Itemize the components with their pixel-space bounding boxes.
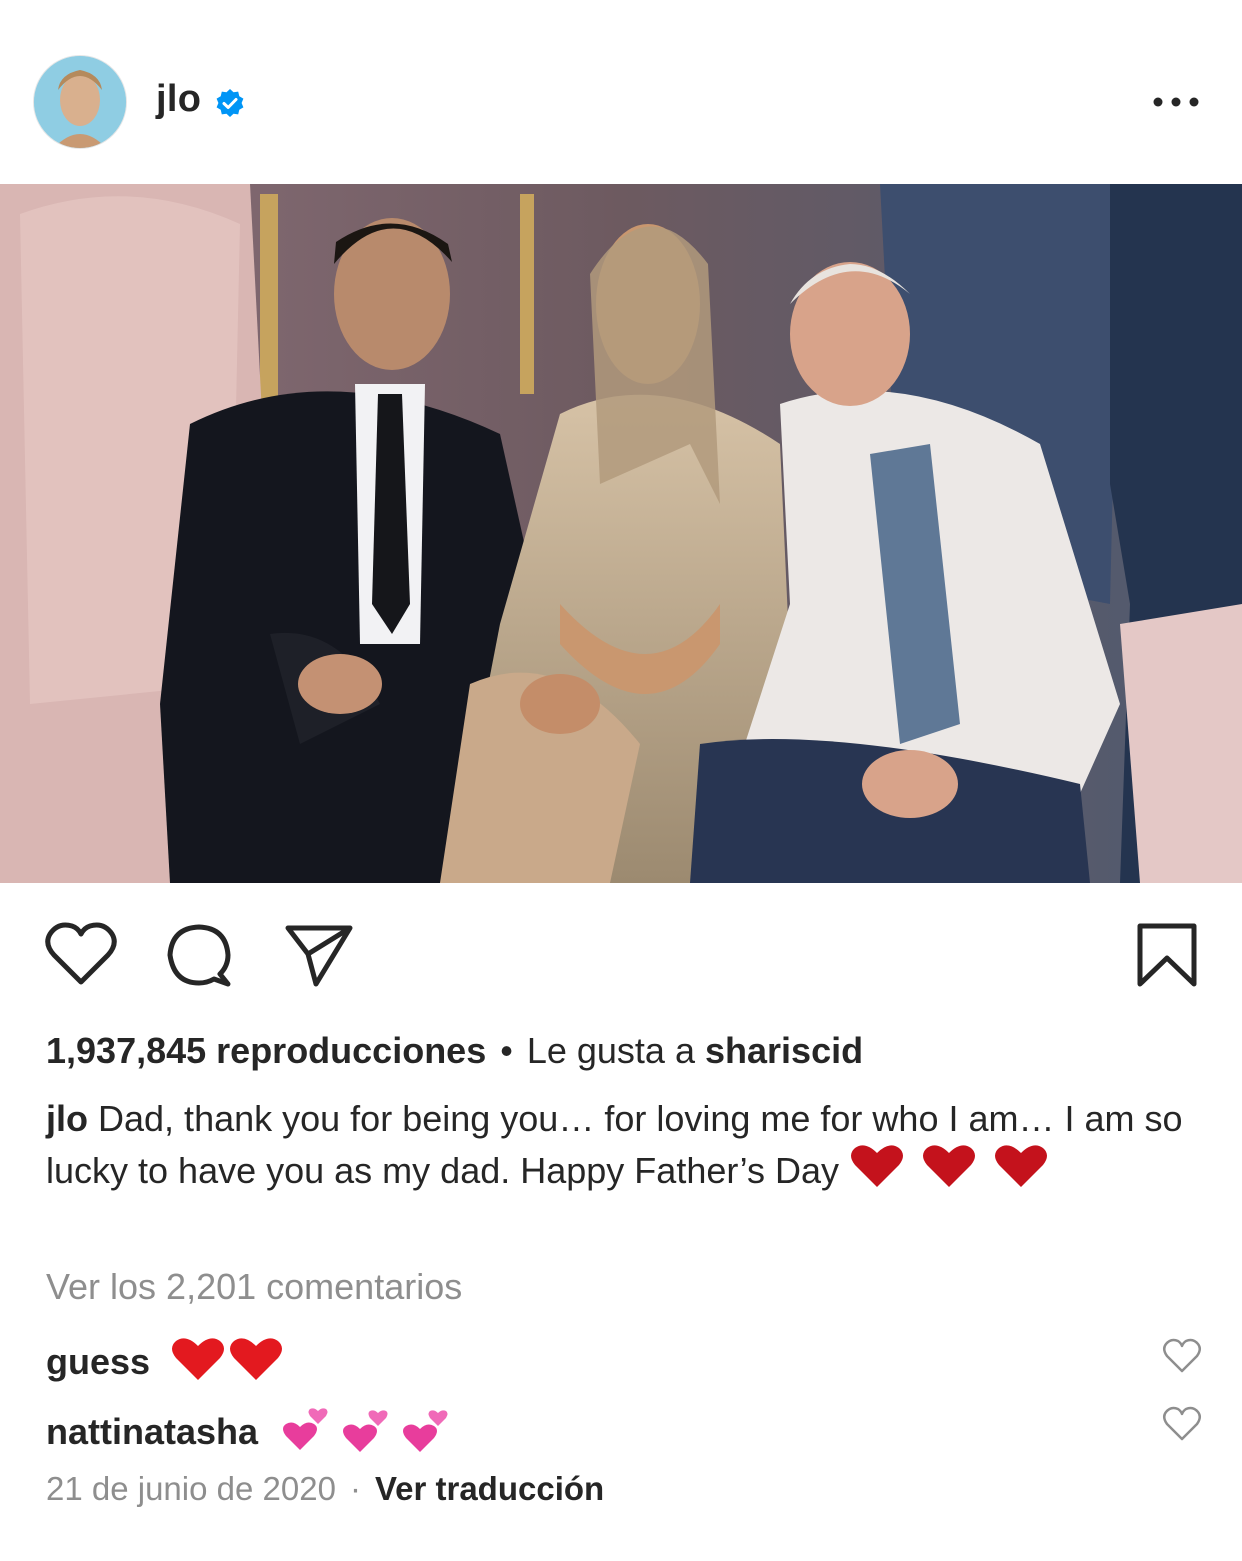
- red-heart-emoji-row: [851, 1145, 1048, 1187]
- heart-icon[interactable]: [44, 918, 118, 992]
- avatar[interactable]: [34, 56, 126, 148]
- caption-username[interactable]: jlo: [46, 1098, 88, 1139]
- bookmark-icon[interactable]: [1130, 918, 1204, 992]
- video-thumbnail: [0, 184, 1242, 883]
- comment-like-heart-icon[interactable]: [1162, 1336, 1202, 1376]
- post-date: 21 de junio de 2020: [46, 1470, 336, 1507]
- comment-username[interactable]: guess: [46, 1341, 150, 1382]
- views-count[interactable]: 1,937,845 reproducciones: [46, 1030, 486, 1071]
- liked-by-prefix: Le gusta a: [526, 1030, 695, 1071]
- action-bar: [0, 918, 1242, 994]
- two-hearts-emoji-row: [283, 1408, 448, 1452]
- post-media[interactable]: [0, 184, 1242, 883]
- username[interactable]: jlo: [156, 78, 201, 121]
- post-header: jlo: [0, 0, 1242, 184]
- separator-dot: •: [500, 1030, 513, 1071]
- view-comments-link[interactable]: Ver los 2,201 comentarios: [46, 1266, 462, 1308]
- comment-like-heart-icon[interactable]: [1162, 1404, 1202, 1444]
- post-footer: 21 de junio de 2020 · Ver traducción: [46, 1470, 604, 1508]
- verified-badge-icon: [216, 89, 244, 117]
- comment-row: guess ❤️❤️: [46, 1334, 286, 1384]
- paper-plane-icon[interactable]: [282, 918, 356, 992]
- red-heart-emoji-row: [172, 1338, 283, 1380]
- liked-by-user[interactable]: shariscid: [705, 1030, 863, 1071]
- more-horizontal-icon[interactable]: [1150, 88, 1202, 116]
- comment-row: nattinatasha 💕💕💕: [46, 1402, 456, 1456]
- stats-line: 1,937,845 reproducciones • Le gusta a shar…: [46, 1030, 863, 1072]
- separator-dot: ·: [349, 1470, 361, 1507]
- caption-emoji: ❤️❤️❤️: [849, 1143, 1067, 1203]
- caption: jlo Dad, thank you for being you… for lo…: [46, 1094, 1196, 1203]
- avatar-image: [34, 56, 126, 148]
- comment-username[interactable]: nattinatasha: [46, 1411, 258, 1452]
- comment-icon[interactable]: [162, 918, 236, 992]
- translate-link[interactable]: Ver traducción: [375, 1470, 604, 1507]
